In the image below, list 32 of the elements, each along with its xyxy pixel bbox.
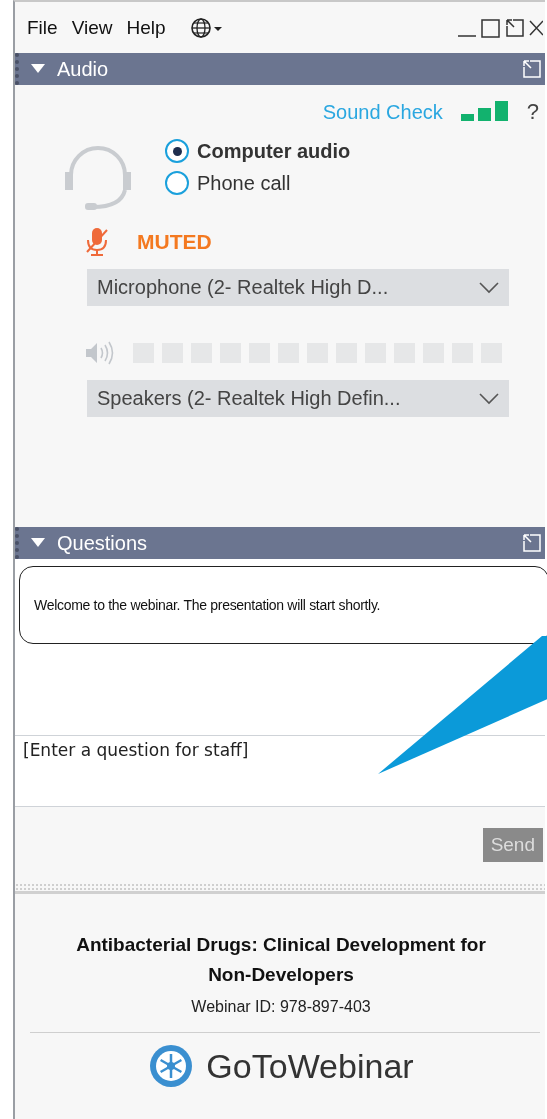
collapse-triangle-icon (31, 64, 45, 74)
collapse-triangle-icon (31, 538, 45, 548)
chevron-down-icon (479, 392, 499, 405)
audio-panel-header[interactable]: Audio (15, 53, 545, 85)
webinar-id: Webinar ID: 978-897-403 (191, 998, 371, 1016)
callout-bubble: Welcome to the webinar. The presentation will start shortly. (19, 566, 547, 644)
panel-title: Questions (57, 531, 148, 555)
popout-icon[interactable] (505, 17, 525, 38)
question-input-field[interactable]: [Enter a question for staff] (15, 736, 545, 806)
brand-logo-text: GoToWebinar (206, 1046, 414, 1086)
menu-item[interactable]: File (27, 16, 58, 39)
signal-bars-icon (460, 101, 509, 123)
questions-panel-header[interactable]: Questions (15, 527, 545, 559)
menu-item[interactable]: Help (126, 16, 166, 39)
speakers-dropdown[interactable]: Speakers (2- Realtek High Defin... (87, 380, 509, 417)
help-button[interactable]: ? (526, 99, 539, 125)
chevron-down-icon (479, 281, 499, 294)
microphone-dropdown[interactable]: Microphone (2- Realtek High D... (87, 269, 509, 306)
radio-label: Phone call (197, 171, 291, 195)
webinar-title: Antibacterial Drugs: Clinical Development for Non-Developers (75, 933, 487, 987)
resize-handle[interactable] (15, 883, 545, 894)
muted-microphone-icon (85, 227, 109, 257)
radio-label: Computer audio (197, 139, 351, 163)
globe-dropdown-icon[interactable] (189, 16, 224, 39)
flower-logo-icon (148, 1043, 195, 1089)
muted-status: MUTED (137, 230, 212, 254)
maximize-icon[interactable] (481, 17, 501, 38)
radio-button[interactable] (165, 139, 189, 163)
panel-title: Audio (57, 57, 109, 81)
headset-icon (63, 145, 133, 211)
menu-item[interactable]: View (71, 16, 113, 39)
radio-button[interactable] (165, 171, 189, 195)
